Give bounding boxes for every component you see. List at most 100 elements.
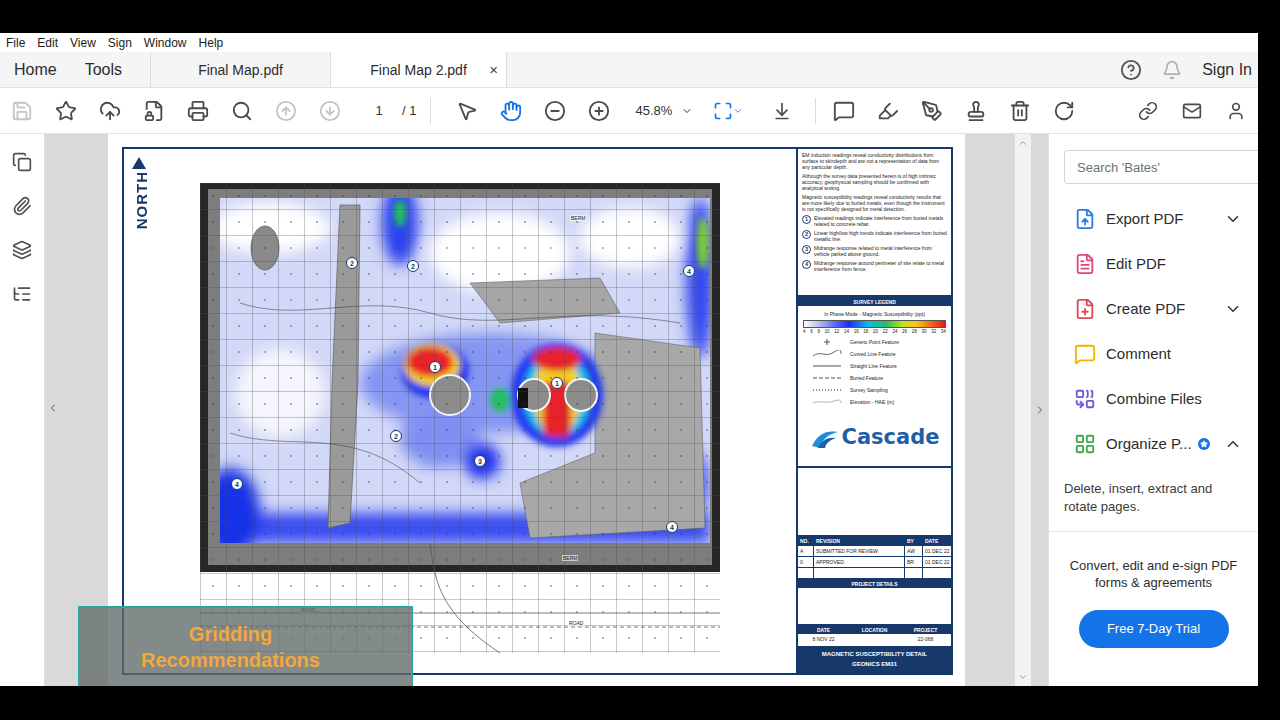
chevron-up-icon[interactable] (1224, 435, 1242, 453)
fit-page-button[interactable] (701, 101, 755, 121)
menu-item[interactable]: View (70, 36, 96, 50)
pages-icon[interactable] (12, 152, 32, 172)
tool-item[interactable]: Comment (1049, 331, 1258, 376)
tool-item[interactable]: Organize P... (1049, 421, 1258, 466)
survey-map: BERMBERMROADROAD224112344 (200, 183, 720, 653)
sign-in-button[interactable]: Sign In (1202, 61, 1252, 79)
tool-item[interactable]: Export PDF (1049, 196, 1258, 241)
document-canvas[interactable]: NORTHBERMBERMROADROAD224112344EM inducti… (45, 134, 1015, 686)
rotate-button[interactable] (1042, 89, 1086, 133)
arrow-up-icon (275, 100, 297, 122)
document-tab[interactable]: Final Map 2.pdf× (330, 52, 507, 87)
close-tab-button[interactable]: × (489, 61, 498, 78)
pdf-page: NORTHBERMBERMROADROAD224112344EM inducti… (108, 134, 965, 686)
help-icon[interactable] (1120, 59, 1142, 81)
zoom-search-icon (231, 100, 253, 122)
page-number-input[interactable]: 1 (364, 99, 394, 123)
bell-icon[interactable] (1162, 60, 1182, 80)
pen-button[interactable] (910, 89, 954, 133)
pointer-tool[interactable] (445, 89, 489, 133)
account-button[interactable] (1214, 89, 1258, 133)
next-page-button[interactable] (308, 89, 352, 133)
menu-item[interactable]: File (6, 36, 25, 50)
menu-item[interactable]: Help (199, 36, 224, 50)
link-button[interactable] (1126, 89, 1170, 133)
collapse-right-button[interactable] (1031, 134, 1048, 686)
menu-item[interactable]: Sign (108, 36, 132, 50)
scale-title: In Phase Mode - Magnetic Susceptibility … (798, 311, 951, 317)
legend-column: EM induction readings reveal conductivit… (796, 149, 951, 673)
mail-button[interactable] (1170, 89, 1214, 133)
note-text: Although the survey data presented herei… (802, 173, 947, 191)
tree-icon[interactable] (12, 284, 32, 304)
map-side: NORTHBERMBERMROADROAD224112344 (124, 149, 796, 673)
map-marker: 4 (231, 478, 243, 490)
highlighter-button[interactable] (866, 89, 910, 133)
zoom-out-icon (544, 100, 566, 122)
finding-number: 3 (802, 245, 811, 254)
hand-tool[interactable] (489, 89, 533, 133)
menu-item[interactable]: Edit (37, 36, 58, 50)
protect-button[interactable] (132, 89, 176, 133)
print-button[interactable] (176, 89, 220, 133)
previous-page-button[interactable] (264, 89, 308, 133)
app-root: File Edit View Sign Window Help HomeTools Final… (0, 0, 1280, 720)
zoom-out-tool[interactable] (533, 89, 577, 133)
fit-page-icon (713, 101, 733, 121)
map-marker: 2 (346, 257, 358, 269)
free-trial-button[interactable]: Free 7-Day Trial (1079, 610, 1229, 648)
north-label: NORTH (133, 171, 150, 229)
document-tab[interactable]: Final Map.pdf (150, 52, 330, 87)
finding-item: 1Elevated readings indicate interference… (802, 215, 947, 227)
point-symbol-icon (812, 338, 842, 346)
star-button[interactable] (44, 89, 88, 133)
menu-item[interactable]: Window (144, 36, 187, 50)
note-text: Magnetic susceptibility readings reveal … (802, 194, 947, 212)
finding-number: 4 (802, 260, 811, 269)
edit-icon (1074, 253, 1096, 275)
contour-symbol-icon (812, 398, 842, 406)
project-details-box (798, 588, 951, 626)
scroll-up-icon[interactable] (1018, 138, 1028, 148)
content: NORTHBERMBERMROADROAD224112344EM inducti… (0, 134, 1258, 686)
tool-item[interactable]: Combine Files (1049, 376, 1258, 421)
collapse-left-button[interactable] (47, 402, 59, 414)
legend-item: Survey Sampling (798, 384, 951, 396)
nav-item[interactable]: Home (0, 52, 71, 87)
layers-icon[interactable] (12, 240, 32, 260)
comment-button[interactable] (822, 89, 866, 133)
scroll-mode-button[interactable] (755, 101, 809, 121)
tool-item[interactable]: Edit PDF (1049, 241, 1258, 286)
new-badge (1198, 438, 1210, 450)
trash-button[interactable] (998, 89, 1042, 133)
map-marker: 4 (666, 521, 678, 533)
search-field[interactable]: Search 'Bates' (1064, 150, 1258, 184)
attachment-icon[interactable] (12, 196, 32, 216)
scroll-down-icon[interactable] (1018, 672, 1028, 682)
zoom-search-button[interactable] (220, 89, 264, 133)
hand-icon (500, 100, 522, 122)
chevron-down-icon[interactable] (1224, 300, 1242, 318)
pen-icon (921, 100, 943, 122)
zoom-in-tool[interactable] (577, 89, 621, 133)
stamp-button[interactable] (954, 89, 998, 133)
chevron-down-icon[interactable] (1224, 210, 1242, 228)
north-indicator: NORTH (130, 157, 200, 673)
save-button[interactable] (0, 89, 44, 133)
star-icon (55, 100, 77, 122)
chevron-down-icon (733, 106, 743, 116)
note-text: EM induction readings reveal conductivit… (802, 152, 947, 170)
tool-item[interactable]: Create PDF (1049, 286, 1258, 331)
legend-item: Elevation - HAE (m) (798, 396, 951, 408)
pointer-icon (456, 100, 478, 122)
cascade-wave-icon (810, 424, 840, 450)
curve-symbol-icon (812, 350, 842, 358)
nav-item[interactable]: Tools (71, 52, 136, 87)
project-details-header: PROJECT DETAILS (798, 579, 951, 588)
vertical-scrollbar[interactable] (1015, 134, 1031, 686)
zoom-select[interactable]: 45.8% (621, 103, 701, 118)
tool-list: Export PDFEdit PDFCreate PDFCommentCombi… (1049, 196, 1258, 466)
upload-button[interactable] (88, 89, 132, 133)
tool-description: Delete, insert, extract and rotate pages… (1049, 466, 1258, 531)
header-right: Sign In (1120, 52, 1258, 87)
